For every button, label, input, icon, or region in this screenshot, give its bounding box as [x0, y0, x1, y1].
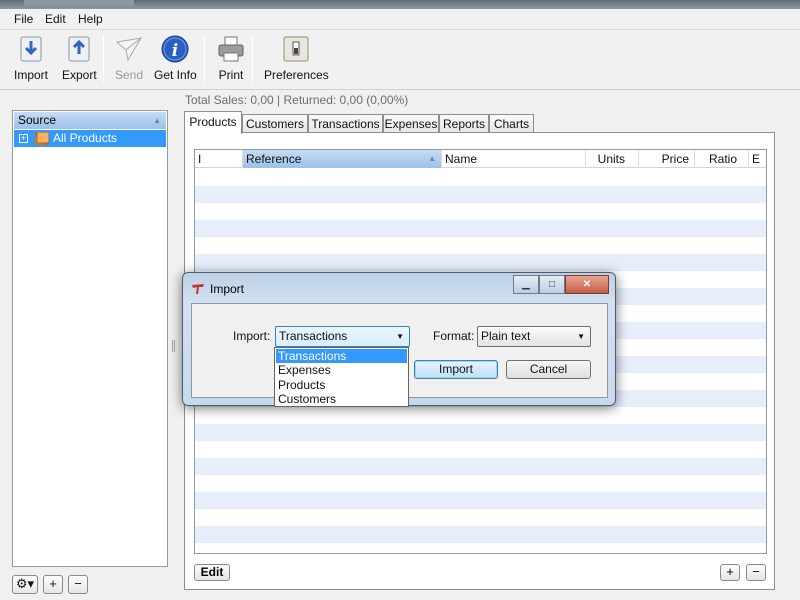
info-icon: i — [161, 35, 189, 63]
column-header-reference-label: Reference — [246, 152, 302, 166]
remove-product-button[interactable]: − — [746, 564, 766, 581]
sales-status: Total Sales: 0,00 | Returned: 0,00 (0,00… — [185, 93, 409, 107]
sort-arrow-icon: ▲ — [153, 116, 161, 125]
import-confirm-button[interactable]: Import — [414, 360, 498, 379]
svg-text:i: i — [172, 41, 178, 61]
app-icon — [192, 284, 204, 294]
expand-icon[interactable]: + — [19, 134, 28, 143]
edit-button[interactable]: Edit — [194, 564, 230, 581]
toolbar-separator — [252, 36, 253, 82]
window-title-ghost — [24, 0, 134, 6]
import-type-value: Transactions — [279, 329, 348, 343]
tab-reports[interactable]: Reports — [439, 114, 489, 133]
splitter-grip[interactable]: ║ — [170, 341, 177, 352]
minimize-icon: ▁ — [522, 279, 530, 290]
tree-item-label: All Products — [53, 131, 118, 145]
toolbar-separator — [204, 36, 205, 82]
column-header-reference[interactable]: Reference ▲ — [243, 150, 442, 168]
toolbar: Import Export Send i Get Info Print Pref… — [0, 30, 800, 90]
source-header[interactable]: Source ▲ — [14, 112, 166, 129]
column-header-e[interactable]: E — [749, 150, 766, 168]
dropdown-option-expenses[interactable]: Expenses — [276, 363, 407, 377]
import-label: Import — [14, 68, 49, 82]
export-icon — [68, 36, 90, 62]
column-header-i[interactable]: I — [195, 150, 243, 168]
close-button[interactable]: ✕ — [565, 275, 609, 294]
chevron-down-icon: ▼ — [577, 332, 585, 341]
folder-icon — [35, 132, 49, 145]
import-type-label: Import: — [233, 329, 271, 343]
minimize-button[interactable]: ▁ — [513, 275, 539, 294]
paper-plane-icon — [115, 37, 142, 62]
format-select[interactable]: Plain text ▼ — [477, 326, 591, 347]
dropdown-option-transactions[interactable]: Transactions — [276, 349, 407, 363]
preferences-label: Preferences — [264, 68, 329, 82]
format-value: Plain text — [481, 329, 531, 343]
get-info-label: Get Info — [154, 68, 197, 82]
print-label: Print — [218, 68, 244, 82]
toolbar-separator — [103, 36, 104, 82]
dropdown-option-products[interactable]: Products — [276, 378, 407, 392]
dropdown-option-customers[interactable]: Customers — [276, 392, 407, 406]
remove-source-button[interactable]: − — [68, 575, 88, 594]
menu-help[interactable]: Help — [78, 12, 103, 26]
tab-expenses[interactable]: Expenses — [383, 114, 439, 133]
tab-charts[interactable]: Charts — [489, 114, 534, 133]
tab-products[interactable]: Products — [184, 111, 242, 134]
get-info-button[interactable]: i Get Info — [154, 34, 197, 82]
tab-customers[interactable]: Customers — [242, 114, 308, 133]
print-button[interactable]: Print — [216, 34, 246, 82]
add-product-button[interactable]: + — [720, 564, 740, 581]
column-header-ratio[interactable]: Ratio — [695, 150, 749, 168]
maximize-icon: □ — [548, 279, 556, 290]
column-header-name[interactable]: Name — [442, 150, 586, 168]
sort-arrow-icon: ▲ — [428, 154, 436, 163]
preferences-button[interactable]: Preferences — [264, 34, 329, 82]
send-label: Send — [114, 68, 144, 82]
table-header: I Reference ▲ Name Units Price Ratio E — [195, 150, 766, 168]
export-label: Export — [62, 68, 97, 82]
gear-menu-button[interactable]: ⚙▾ — [12, 575, 38, 594]
gear-icon: ⚙▾ — [15, 576, 35, 591]
switch-icon — [283, 36, 309, 62]
column-header-price[interactable]: Price — [639, 150, 695, 168]
source-list[interactable]: Source ▲ + All Products — [12, 110, 168, 567]
window-title-strip — [0, 0, 800, 9]
menubar: File Edit Help — [0, 9, 800, 30]
import-button[interactable]: Import — [14, 34, 48, 82]
close-icon: ✕ — [582, 279, 592, 290]
export-button[interactable]: Export — [62, 34, 97, 82]
maximize-button[interactable]: □ — [539, 275, 565, 294]
import-icon — [20, 36, 42, 62]
printer-icon — [218, 36, 244, 62]
add-source-button[interactable]: + — [43, 575, 63, 594]
source-header-label: Source — [18, 113, 57, 127]
chevron-down-icon: ▼ — [396, 332, 404, 341]
cancel-button[interactable]: Cancel — [506, 360, 591, 379]
dialog-title: Import — [210, 282, 245, 296]
menu-edit[interactable]: Edit — [45, 12, 66, 26]
import-type-select[interactable]: Transactions ▼ — [275, 326, 410, 347]
menu-file[interactable]: File — [14, 12, 33, 26]
format-label: Format: — [433, 329, 475, 343]
send-button[interactable]: Send — [114, 34, 144, 82]
tree-item-all-products[interactable]: + All Products — [14, 130, 166, 147]
column-header-units[interactable]: Units — [586, 150, 639, 168]
import-type-dropdown[interactable]: Transactions Expenses Products Customers — [274, 347, 409, 407]
tab-transactions[interactable]: Transactions — [308, 114, 383, 133]
